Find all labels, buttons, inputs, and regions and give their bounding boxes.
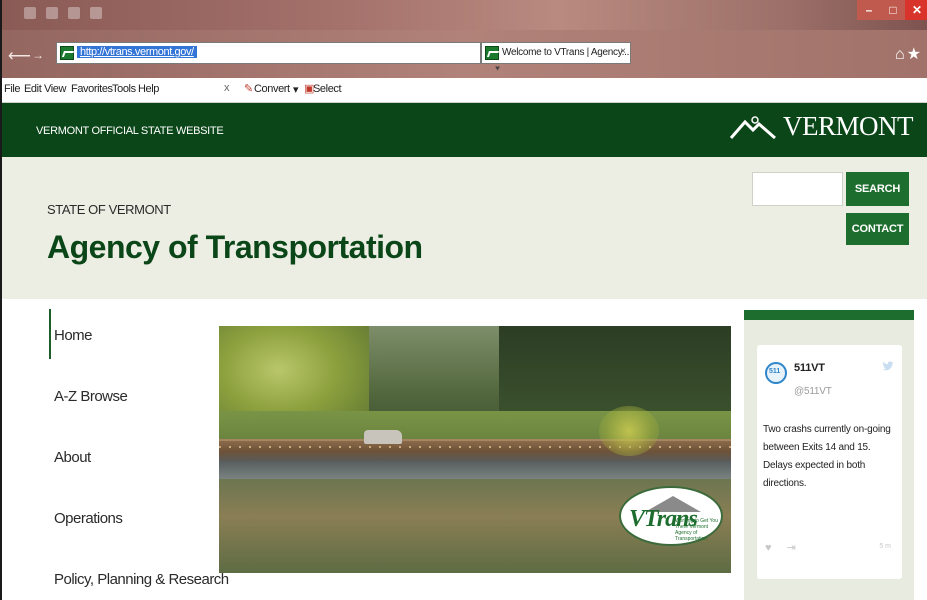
active-nav-indicator [49,309,51,359]
addon-close-icon[interactable]: x [224,82,230,94]
save-icon[interactable] [24,7,36,19]
convert-button[interactable]: Convert [254,83,290,95]
tweet-author-name[interactable]: 511VT [794,362,825,374]
quick-access-toolbar [24,7,102,19]
nav-item-operations[interactable]: Operations [54,510,123,527]
address-url[interactable]: http://vtrans.vermont.gov/ [77,46,197,58]
left-nav: Home A-Z Browse About Operations Policy,… [2,299,229,600]
nav-item-about[interactable]: About [54,449,91,466]
tweet-actions: ♥ ⇥ 5 m [765,541,895,554]
official-site-label[interactable]: VERMONT OFFICIAL STATE WEBSITE [36,125,224,137]
tweet-author-handle[interactable]: @511VT [794,386,832,397]
close-window-button[interactable]: ✕ [905,0,927,20]
menu-favorites[interactable]: Favorites [71,83,113,95]
vermont-mountain-icon [729,115,776,139]
menu-tools[interactable]: Tools [112,83,136,95]
browser-window: – □ ✕ ⟵ → http://vtrans.vermont.gov/ ⌕ ▾… [0,0,927,600]
like-heart-icon[interactable]: ♥ [765,542,772,554]
tweet-time[interactable]: 5 m [879,543,891,550]
site-search-input[interactable] [752,172,843,206]
minimize-button[interactable]: – [857,0,881,20]
twitter-widget-topbar [744,310,914,320]
nav-item-policy-planning-research[interactable]: Policy, Planning & Research [54,571,229,588]
address-toolbar: ⟵ → http://vtrans.vermont.gov/ ⌕ ▾ ↻ Wel… [2,30,927,90]
avatar[interactable]: 511 [765,362,787,384]
vtrans-logo-tagline: Working to Get You There Vermont Agency … [675,518,718,542]
state-label: STATE OF VERMONT [47,202,171,217]
customize-icon[interactable] [90,7,102,19]
home-icon[interactable]: ⌂ [895,46,907,63]
redo-icon[interactable] [68,7,80,19]
nav-item-home[interactable]: Home [54,327,93,344]
forward-icon[interactable]: → [32,48,44,62]
site-favicon-icon [60,46,74,60]
tweet-text: Two crashs currently on-going between Ex… [763,424,891,489]
car-on-bridge [364,430,402,444]
menu-file[interactable]: File [4,83,21,95]
tab-title: Welcome to VTrans | Agency... [502,47,630,58]
address-bar[interactable]: http://vtrans.vermont.gov/ ⌕ ▾ ↻ [56,42,505,90]
tab-favicon-icon [485,46,499,60]
convert-pdf-icon[interactable]: ✎ [244,82,253,95]
tab-close-icon[interactable]: × [620,46,626,57]
browser-tab[interactable]: Welcome to VTrans | Agency... × [481,42,631,64]
search-button[interactable]: SEARCH [846,172,909,206]
page-title[interactable]: Agency of Transportation [47,229,423,266]
menu-view[interactable]: View [44,83,66,95]
window-controls: – □ ✕ [857,0,927,20]
favorites-star-icon[interactable]: ★ [907,46,923,63]
undo-icon[interactable] [46,7,58,19]
vtrans-logo-badge: VTrans Working to Get You There Vermont … [619,486,723,546]
share-icon[interactable]: ⇥ [787,542,796,554]
back-icon[interactable]: ⟵ [8,46,31,66]
state-header-band: VERMONT OFFICIAL STATE WEBSITE VERMONT [2,103,927,157]
contact-button[interactable]: CONTACT [846,213,909,245]
menu-bar: File Edit View Favorites Tools Help x ✎ … [2,78,927,103]
agency-header: STATE OF VERMONT Agency of Transportatio… [2,157,927,299]
title-bar: – □ ✕ [2,0,927,30]
nav-item-a-z-browse[interactable]: A-Z Browse [54,388,128,405]
select-button[interactable]: Select [313,83,342,95]
twitter-bird-icon[interactable] [882,360,894,372]
convert-dropdown-icon[interactable]: ▾ [293,83,299,96]
hero-image-bridge-lake: VTrans Working to Get You There Vermont … [219,326,731,573]
vermont-logo-word: VERMONT [783,111,914,141]
browser-right-icons: ⌂★ [895,44,923,64]
menu-help[interactable]: Help [138,83,159,95]
tweet-card[interactable]: 511 511VT @511VT Two crashs currently on… [757,345,902,579]
menu-edit[interactable]: Edit [24,83,42,95]
vermont-logo[interactable]: VERMONT [729,111,914,142]
maximize-button[interactable]: □ [881,0,905,20]
